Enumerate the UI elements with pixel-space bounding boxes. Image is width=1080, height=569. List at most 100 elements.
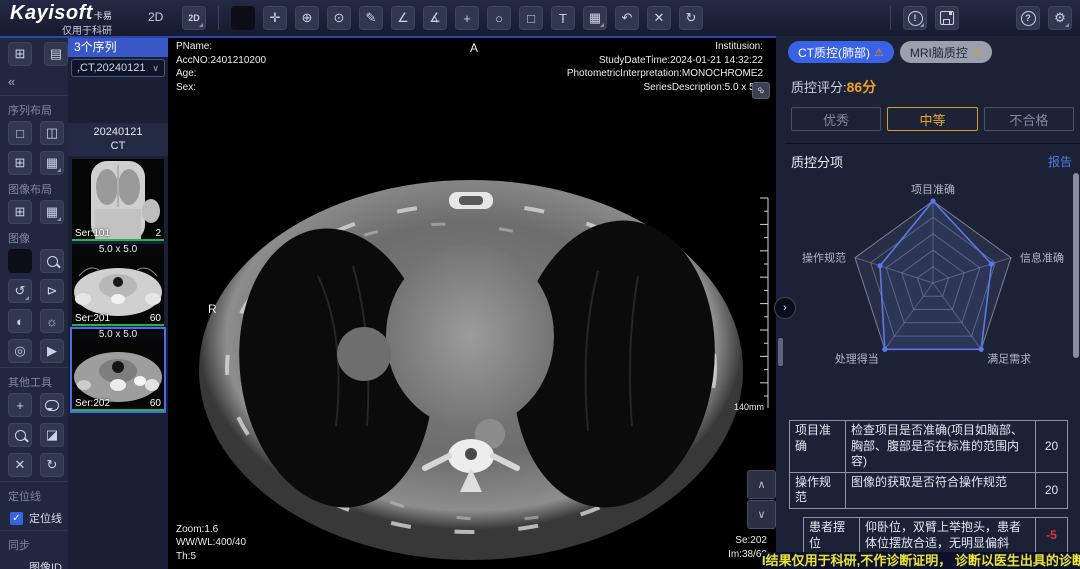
qc-grade-buttons: 优秀中等不合格 <box>785 97 1080 131</box>
qc-row-desc: 检查项目是否准确(项目如脑部、胸部、腹部是否在标准的范围内容) <box>846 421 1035 472</box>
accno-label: AccNO:2401210200 <box>176 54 266 68</box>
grade-button-inactive[interactable]: 不合格 <box>984 107 1074 131</box>
pan-tool-button[interactable]: ✛ <box>263 6 287 30</box>
image-cine-play-tool-button[interactable]: ▶ <box>40 339 64 363</box>
qc-panel: CT质控(肺部)⚠MRI脑质控⚠ 质控评分:86分 优秀中等不合格 质控分项 报… <box>785 36 1080 569</box>
comment-tool-button[interactable] <box>40 393 64 417</box>
help-button[interactable]: ? <box>1016 6 1040 30</box>
series-layout-grid-button[interactable]: ▦ <box>40 151 64 175</box>
eraser-tool-icon: ◪ <box>46 427 58 443</box>
locator-option[interactable]: ✓定位线 <box>10 510 68 526</box>
ct-axial-image <box>168 36 785 567</box>
image-brightness-tool-button[interactable]: ☼ <box>40 309 64 333</box>
rect-roi-tool-button[interactable]: □ <box>519 6 543 30</box>
delete-tool-button[interactable]: ✕ <box>8 453 32 477</box>
save-button[interactable] <box>935 6 959 30</box>
image-invert-tool-button[interactable]: ◎ <box>8 339 32 363</box>
series-layout-2x2-button[interactable]: ⊞ <box>8 151 32 175</box>
grade-button-active[interactable]: 中等 <box>887 107 977 131</box>
restore-tool-button[interactable]: ↻ <box>40 453 64 477</box>
sync-option-label: 图像ID同步 <box>29 559 68 569</box>
thumbnail-axial-201[interactable]: 5.0 x 5.0Ser:20160 <box>72 244 164 326</box>
qc-tab-mri[interactable]: MRI脑质控⚠ <box>900 41 992 63</box>
series-list-toggle-icon: ⊞ <box>15 46 26 62</box>
probe-tool-button[interactable]: + <box>455 6 479 30</box>
qc-row-score: 20 <box>1035 421 1067 472</box>
histogram-tool-button[interactable]: ▦ <box>583 6 607 30</box>
zoom-tool-button[interactable]: ⊕ <box>295 6 319 30</box>
magnifier-roi-tool-button[interactable] <box>8 423 32 447</box>
toolbar-mid-group: ! <box>886 6 959 30</box>
ellipse-roi-tool-button[interactable]: ○ <box>487 6 511 30</box>
angle-tool-button[interactable]: ∠ <box>391 6 415 30</box>
report-panel-toggle-button[interactable]: ▤ <box>44 42 68 66</box>
qc-tab-label: MRI脑质控 <box>910 44 968 61</box>
series-layout-1x1-button[interactable]: □ <box>8 121 32 145</box>
checkbox-checked[interactable]: ✓ <box>10 512 23 525</box>
eraser-tool-button[interactable]: ◪ <box>40 423 64 447</box>
age-label: Age: <box>176 67 266 81</box>
radar-data-polygon <box>880 201 992 349</box>
thumbnail-spacing-label: 5.0 x 5.0 <box>72 244 164 255</box>
divider <box>0 95 68 96</box>
thumbnail-axial-202[interactable]: 5.0 x 5.0Ser:20260 <box>72 329 164 411</box>
divider <box>0 481 68 482</box>
length-measure-tool-button[interactable]: ✎ <box>359 6 383 30</box>
divider <box>0 367 68 368</box>
viewer-scrollbar-thumb[interactable] <box>778 338 783 366</box>
study-dropdown[interactable]: ,CT,20240121 ∨ <box>71 59 165 77</box>
collapse-sidebar-button[interactable]: « <box>0 72 68 91</box>
report-panel-toggle-icon: ▤ <box>50 46 62 62</box>
chevron-up-icon: ∧ <box>757 478 765 491</box>
left-sidebar: ⊞▤«序列布局□◫⊞▦图像布局⊞▦图像↺⊳◐☼◎▶其他工具+◪✕↻定位线✓定位线… <box>0 36 69 569</box>
series-layout-1x2-icon: ◫ <box>46 125 58 141</box>
image-rotate-flip-tool-button[interactable]: ↺ <box>8 279 32 303</box>
image-cursor-tool-button[interactable] <box>8 249 32 273</box>
qc-main-group: 项目准确检查项目是否准确(项目如脑部、胸部、腹部是否在标准的范围内容)20操作规… <box>789 420 1068 509</box>
slice-down-button[interactable]: ∨ <box>747 500 776 529</box>
qc-row: 项目准确检查项目是否准确(项目如脑部、胸部、腹部是否在标准的范围内容)20 <box>790 421 1067 472</box>
qc-row-label: 患者摆位 <box>804 518 860 553</box>
image-viewport[interactable]: PName: AccNO:2401210200 Age: Sex: Instit… <box>168 36 785 569</box>
tool-grid: + ◪ ✕ ↻ <box>0 393 68 477</box>
sync-option[interactable]: 图像ID同步 <box>10 559 68 569</box>
image-layout-2x2-button[interactable]: ⊞ <box>8 200 32 224</box>
series-layout-1x2-button[interactable]: ◫ <box>40 121 64 145</box>
image-contrast-tool-button[interactable]: ◐ <box>8 309 32 333</box>
add-tool-button[interactable]: + <box>8 393 32 417</box>
study-dropdown-value: ,CT,20240121 <box>77 62 146 74</box>
settings-button[interactable]: ⚙ <box>1048 6 1072 30</box>
image-cine-flag-tool-button[interactable]: ⊳ <box>40 279 64 303</box>
thumbnail-scout[interactable]: Ser:1012 <box>72 159 164 241</box>
image-cine-flag-tool-icon: ⊳ <box>47 283 58 299</box>
help-icon: ? <box>1021 11 1036 26</box>
cursor-tool-button[interactable] <box>231 6 255 30</box>
report-link[interactable]: 报告 <box>1048 153 1072 170</box>
warning-icon: ⚠ <box>874 46 884 59</box>
cobb-angle-tool-button[interactable]: ∡ <box>423 6 447 30</box>
layout-selector-button[interactable]: 2D <box>182 6 206 30</box>
image-layout-grid-button[interactable]: ▦ <box>40 200 64 224</box>
image-magnify-tool-button[interactable] <box>40 249 64 273</box>
panel-scrollbar-thumb[interactable] <box>1073 173 1079 358</box>
series-list-toggle-button[interactable]: ⊞ <box>8 42 32 66</box>
text-annotation-tool-button[interactable]: T <box>551 6 575 30</box>
disclaimer-banner: I结果仅用于科研,不作诊断证明， 诊断以医生出具的诊断 <box>762 552 1080 569</box>
panel-expand-button[interactable]: › <box>774 297 796 319</box>
link-series-button[interactable]: ∞ <box>752 82 770 99</box>
grade-button-inactive[interactable]: 优秀 <box>791 107 881 131</box>
delete-annotation-tool-button[interactable]: ✕ <box>647 6 671 30</box>
ruler-length-label: 140mm <box>724 402 764 412</box>
wwwl-tool-button[interactable]: ⊙ <box>327 6 351 30</box>
radar-axis-label: 操作规范 <box>802 251 846 265</box>
reset-tool-button[interactable]: ↻ <box>679 6 703 30</box>
section-title: 其他工具 <box>8 374 68 390</box>
info-button[interactable]: ! <box>903 6 927 30</box>
qc-tab-ct[interactable]: CT质控(肺部)⚠ <box>788 41 894 63</box>
institution-label: Institusion: <box>567 40 763 54</box>
undo-tool-button[interactable]: ↶ <box>615 6 639 30</box>
study-info-overlay: Institusion: StudyDateTime:2024-01-21 14… <box>567 40 763 94</box>
image-contrast-tool-icon: ◐ <box>16 314 24 329</box>
slice-up-button[interactable]: ∧ <box>747 470 776 499</box>
divider <box>0 530 68 531</box>
